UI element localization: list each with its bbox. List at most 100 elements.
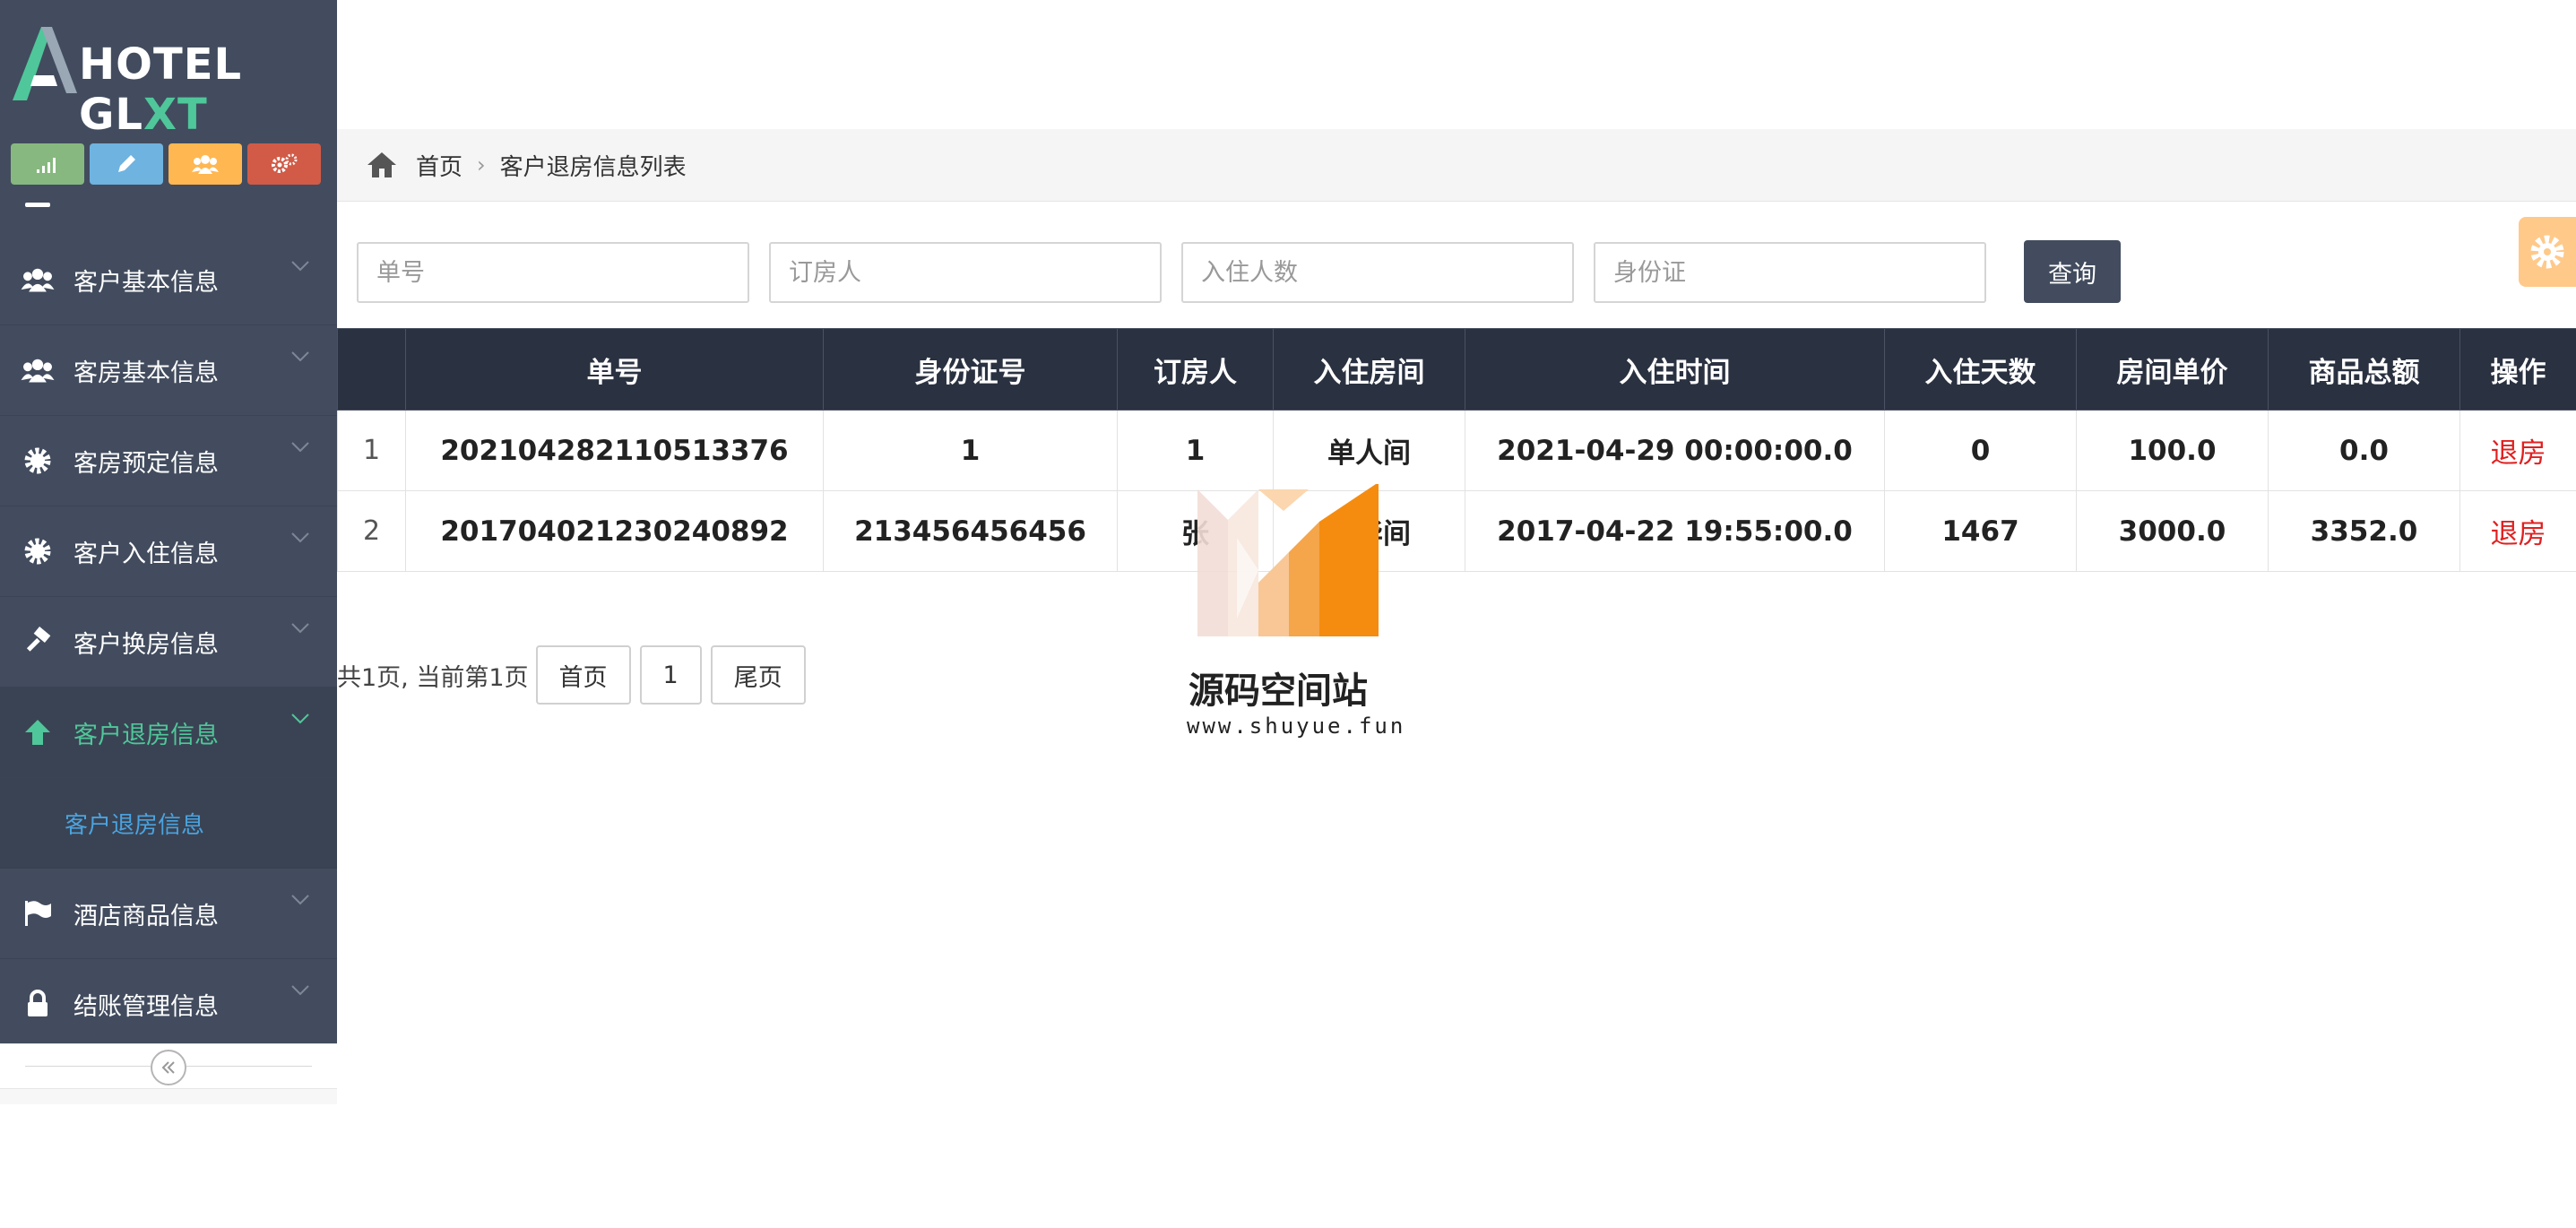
cell-days: 0 — [1884, 410, 2077, 491]
shortcut-users-button[interactable] — [169, 143, 242, 185]
order-no-input[interactable] — [357, 242, 749, 303]
cell-checkin-time: 2017-04-22 19:55:00.0 — [1465, 490, 1885, 572]
watermark-title: 源码空间站 — [1189, 670, 1368, 712]
signal-icon — [37, 158, 56, 173]
home-icon[interactable] — [366, 151, 398, 179]
cell-order-no: 202104282110513376 — [405, 410, 824, 491]
chevron-down-icon — [291, 985, 309, 996]
sidebar-subitem-checkout-info[interactable]: 客户退房信息 — [0, 778, 337, 869]
table-row: 1 202104282110513376 1 1 单人间 2021-04-29 … — [337, 410, 2576, 491]
table-row: 2 201704021230240892 213456456456 张 豪华间 … — [337, 490, 2576, 572]
sidebar-item-label: 酒店商品信息 — [73, 902, 219, 930]
sidebar-item-label: 客户入住信息 — [73, 540, 219, 568]
top-navbar — [337, 0, 2576, 129]
brand-name[interactable]: HOTEL GLXT — [79, 39, 337, 140]
breadcrumb-home-link[interactable]: 首页 — [416, 149, 462, 182]
booker-input[interactable] — [769, 242, 1162, 303]
sidebar-divider — [25, 203, 50, 207]
col-header-booker: 订房人 — [1117, 328, 1274, 411]
col-header-order-no: 单号 — [405, 328, 824, 411]
flag-icon — [20, 895, 56, 931]
brand: HOTEL GLXT — [0, 0, 337, 140]
sidebar-item-label: 客户换房信息 — [73, 630, 219, 659]
first-page-button[interactable]: 首页 — [535, 645, 631, 705]
cell-room: 单人间 — [1273, 410, 1465, 491]
chevron-down-icon — [291, 623, 309, 634]
cogs-icon — [272, 153, 298, 173]
col-header-days: 入住天数 — [1884, 328, 2077, 411]
sidebar-item-room-info[interactable]: 客房基本信息 — [0, 325, 337, 416]
chevron-down-icon — [291, 261, 309, 272]
sidebar-item-room-change[interactable]: 客户换房信息 — [0, 597, 337, 688]
cell-checkin-time: 2021-04-29 00:00:00.0 — [1465, 410, 1885, 491]
cog-icon — [20, 533, 56, 569]
pagination: 共1页, 当前第1页 首页 1 尾页 — [337, 644, 815, 706]
watermark-url: www.shuyue.fun — [1187, 713, 1406, 739]
arrow-up-icon — [20, 714, 56, 750]
cog-icon — [20, 443, 56, 479]
sidebar-item-label: 客房预定信息 — [73, 449, 219, 478]
breadcrumb: 首页 › 客户退房信息列表 — [337, 129, 2576, 202]
sidebar-item-checkin[interactable]: 客户入住信息 — [0, 506, 337, 597]
shortcut-pencil-button[interactable] — [90, 143, 163, 185]
checkout-table: 单号 身份证号 订房人 入住房间 入住时间 入住天数 房间单价 商品总额 操作 … — [337, 328, 2576, 572]
double-chevron-left-icon — [161, 1061, 175, 1074]
pagination-info: 共1页, 当前第1页 — [337, 663, 529, 692]
settings-panel-toggle[interactable] — [2519, 217, 2576, 287]
col-header-room: 入住房间 — [1273, 328, 1465, 411]
gear-icon — [2530, 235, 2564, 269]
sidebar-item-customer-info[interactable]: 客户基本信息 — [0, 235, 337, 325]
col-header-price: 房间单价 — [2076, 328, 2269, 411]
cell-order-no: 201704021230240892 — [405, 490, 824, 572]
pencil-icon — [118, 155, 135, 172]
row-index: 1 — [337, 410, 406, 491]
col-header-index — [337, 328, 406, 411]
sidebar-item-label: 结账管理信息 — [73, 992, 219, 1021]
col-header-goods-total: 商品总额 — [2268, 328, 2460, 411]
col-header-operation: 操作 — [2459, 328, 2576, 411]
col-header-id-card: 身份证号 — [823, 328, 1118, 411]
row-index: 2 — [337, 490, 406, 572]
sidebar-menu: 客户基本信息 客房基本信息 客房预定信息 客户入住信息 客户换房信息 客户退房信… — [0, 235, 337, 1050]
breadcrumb-current: 客户退房信息列表 — [499, 153, 687, 181]
chevron-down-icon — [291, 351, 309, 362]
checkout-link[interactable]: 退房 — [2459, 490, 2576, 572]
chevron-down-icon — [291, 532, 309, 543]
sidebar-item-room-booking[interactable]: 客房预定信息 — [0, 416, 337, 506]
table-header-row: 单号 身份证号 订房人 入住房间 入住时间 入住天数 房间单价 商品总额 操作 — [337, 328, 2576, 411]
cell-price: 3000.0 — [2076, 490, 2269, 572]
sidebar: HOTEL GLXT 客户基本信息 客房基本信息 客房预定信息 客户入住信息 客… — [0, 0, 337, 1104]
gavel-icon — [20, 624, 56, 660]
shortcut-cogs-button[interactable] — [247, 143, 321, 185]
search-form: 查询 — [337, 201, 2576, 326]
query-button[interactable]: 查询 — [2024, 240, 2121, 303]
lock-icon — [20, 986, 56, 1022]
sidebar-item-billing[interactable]: 结账管理信息 — [0, 959, 337, 1050]
users-icon — [20, 352, 56, 388]
brand-name-accent: XT — [143, 90, 208, 140]
chevron-down-icon — [291, 713, 309, 724]
sidebar-item-hotel-goods[interactable]: 酒店商品信息 — [0, 869, 337, 959]
sidebar-item-label: 客房基本信息 — [73, 359, 219, 387]
page-number-button[interactable]: 1 — [639, 645, 702, 705]
sidebar-subitem-label: 客户退房信息 — [65, 811, 205, 839]
guest-count-input[interactable] — [1181, 242, 1574, 303]
shortcut-bar — [11, 143, 326, 185]
sidebar-item-checkout[interactable]: 客户退房信息 — [0, 688, 337, 778]
shortcut-signal-button[interactable] — [11, 143, 84, 185]
sidebar-collapse-bar — [0, 1043, 337, 1089]
checkout-link[interactable]: 退房 — [2459, 410, 2576, 491]
cell-price: 100.0 — [2076, 410, 2269, 491]
sidebar-collapse-button[interactable] — [151, 1050, 186, 1085]
cell-id-card: 1 — [823, 410, 1118, 491]
sidebar-item-label: 客户基本信息 — [73, 268, 219, 297]
sidebar-item-label: 客户退房信息 — [73, 721, 219, 749]
hotel-logo-icon — [13, 27, 77, 100]
last-page-button[interactable]: 尾页 — [710, 645, 806, 705]
cell-goods-total: 3352.0 — [2268, 490, 2460, 572]
cell-goods-total: 0.0 — [2268, 410, 2460, 491]
id-card-input[interactable] — [1594, 242, 1986, 303]
cell-days: 1467 — [1884, 490, 2077, 572]
col-header-checkin-time: 入住时间 — [1465, 328, 1885, 411]
users-icon — [20, 262, 56, 298]
